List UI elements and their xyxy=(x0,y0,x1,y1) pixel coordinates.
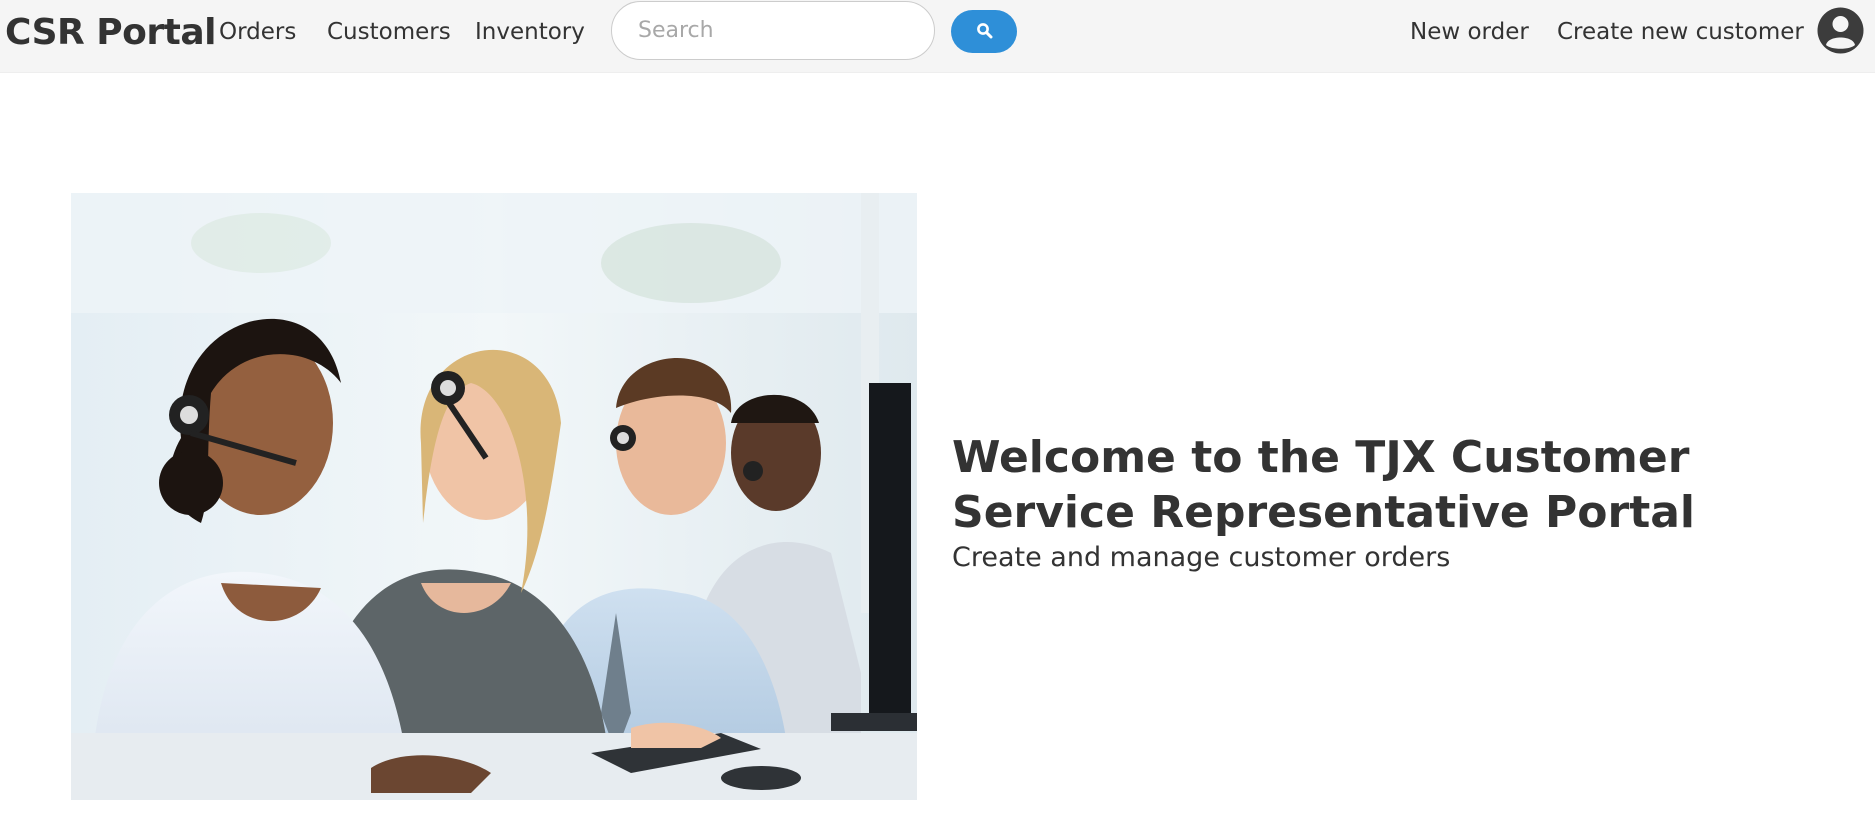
nav-link-orders[interactable]: Orders xyxy=(219,19,296,45)
hero-title: Welcome to the TJX Customer Service Repr… xyxy=(952,432,1696,538)
hero-text-block: Welcome to the TJX Customer Service Repr… xyxy=(952,430,1852,576)
search-button[interactable] xyxy=(951,10,1017,53)
search-icon xyxy=(976,22,993,42)
nav-link-new-order[interactable]: New order xyxy=(1410,19,1529,45)
user-avatar-icon[interactable] xyxy=(1817,7,1864,54)
hero-subtitle: Create and manage customer orders xyxy=(952,542,1451,573)
top-navbar: CSR Portal Orders Customers Inventory Ne… xyxy=(0,0,1875,73)
search-input[interactable] xyxy=(611,1,935,60)
nav-link-customers[interactable]: Customers xyxy=(327,19,451,45)
hero-image-call-center-agents xyxy=(71,193,917,800)
nav-link-inventory[interactable]: Inventory xyxy=(475,19,585,45)
nav-link-create-new-customer[interactable]: Create new customer xyxy=(1557,19,1804,45)
brand-logo[interactable]: CSR Portal xyxy=(5,12,216,53)
